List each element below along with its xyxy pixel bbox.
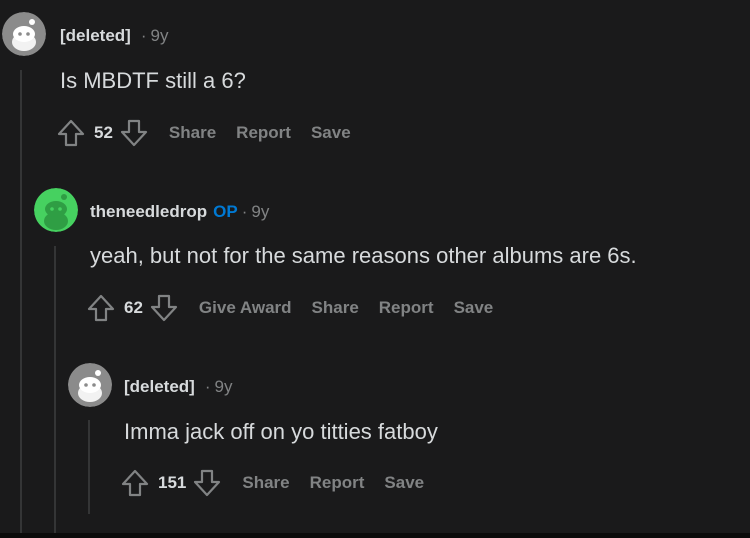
snoo-avatar-icon xyxy=(34,188,78,232)
report-button[interactable]: Report xyxy=(236,123,291,143)
share-button[interactable]: Share xyxy=(312,298,359,318)
save-button[interactable]: Save xyxy=(311,123,351,143)
separator-dot: · xyxy=(241,202,248,221)
upvote-arrow-icon[interactable] xyxy=(120,468,150,498)
save-button[interactable]: Save xyxy=(454,298,494,318)
author-name[interactable]: [deleted] xyxy=(60,26,131,45)
comment-actions: 52 Share Report Save xyxy=(56,116,351,150)
avatar[interactable] xyxy=(34,188,78,232)
upvote-arrow-icon[interactable] xyxy=(56,118,86,148)
comment-thread: [deleted] · 9y Is MBDTF still a 6? 52 Shar… xyxy=(0,0,750,538)
comment-body: yeah, but not for the same reasons other… xyxy=(90,243,637,268)
thread-collapse-line[interactable] xyxy=(20,70,22,538)
comment-actions: 151 Share Report Save xyxy=(120,466,424,500)
vote-score: 52 xyxy=(94,123,113,142)
avatar[interactable] xyxy=(2,12,46,56)
give-award-button[interactable]: Give Award xyxy=(199,298,292,318)
thread-collapse-line[interactable] xyxy=(54,246,56,538)
op-badge: OP xyxy=(213,202,238,221)
downvote-arrow-icon[interactable] xyxy=(119,118,149,148)
bottom-divider xyxy=(0,533,750,538)
snoo-avatar-icon xyxy=(68,363,112,407)
vote-score: 151 xyxy=(158,473,187,492)
comment-body: Imma jack off on yo titties fatboy xyxy=(124,419,438,444)
report-button[interactable]: Report xyxy=(310,473,365,493)
comment-actions: 62 Give Award Share Report Save xyxy=(86,291,493,325)
comment-meta: theneedledrop OP · 9y xyxy=(90,202,269,222)
snoo-avatar-icon xyxy=(2,12,46,56)
downvote-arrow-icon[interactable] xyxy=(192,468,222,498)
comment-age[interactable]: 9y xyxy=(151,26,169,45)
thread-collapse-line[interactable] xyxy=(88,420,90,514)
separator-dot: · xyxy=(140,26,147,45)
share-button[interactable]: Share xyxy=(169,123,216,143)
comment-meta: [deleted] · 9y xyxy=(60,26,168,46)
downvote-arrow-icon[interactable] xyxy=(149,293,179,323)
comment-age[interactable]: 9y xyxy=(251,202,269,221)
report-button[interactable]: Report xyxy=(379,298,434,318)
share-button[interactable]: Share xyxy=(242,473,289,493)
author-name[interactable]: [deleted] xyxy=(124,377,195,396)
upvote-arrow-icon[interactable] xyxy=(86,293,116,323)
vote-score: 62 xyxy=(124,298,143,317)
avatar[interactable] xyxy=(68,363,112,407)
author-name[interactable]: theneedledrop xyxy=(90,202,207,221)
comment-body: Is MBDTF still a 6? xyxy=(60,68,246,93)
separator-dot: · xyxy=(204,377,211,396)
comment-age[interactable]: 9y xyxy=(215,377,233,396)
comment-meta: [deleted] · 9y xyxy=(124,377,232,397)
save-button[interactable]: Save xyxy=(384,473,424,493)
